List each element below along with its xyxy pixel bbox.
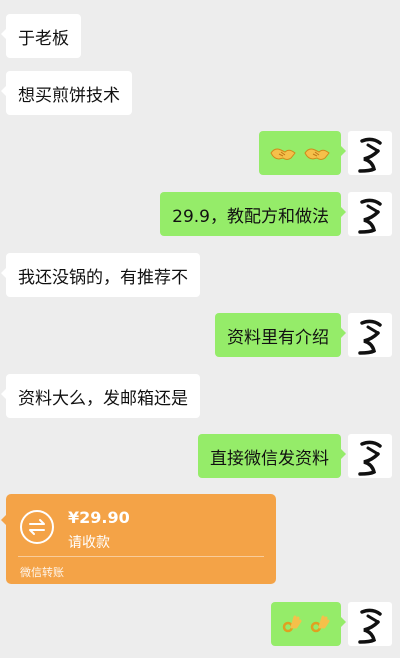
message-text: 我还没锅的，有推荐不 (18, 267, 188, 288)
message-bubble-sent[interactable] (271, 602, 346, 646)
message-bubble-received[interactable]: 想买煎饼技术 (1, 71, 132, 115)
message-text: 于老板 (18, 28, 69, 49)
calligraphy-avatar-icon[interactable] (348, 192, 392, 236)
message-bubble-received[interactable]: 于老板 (1, 14, 81, 58)
message-text: 想买煎饼技术 (18, 85, 120, 106)
message-row: 直接微信发资料 (0, 434, 400, 482)
message-text: 29.9，教配方和做法 (172, 206, 329, 227)
message-row: 资料大么，发邮箱还是 (0, 374, 400, 422)
calligraphy-avatar-icon[interactable] (348, 313, 392, 357)
transfer-description: 请收款 (68, 535, 110, 551)
message-row: 29.9，教配方和做法 (0, 192, 400, 240)
transfer-footer: 微信转账 (20, 566, 64, 579)
message-row: 想买煎饼技术 (0, 71, 400, 119)
message-bubble-sent[interactable]: 直接微信发资料 (198, 434, 346, 478)
ok-hand-icon (310, 615, 330, 633)
message-row: 资料里有介绍 (0, 313, 400, 361)
transfer-card[interactable]: ¥29.90 请收款 微信转账 (1, 494, 276, 584)
calligraphy-avatar-icon[interactable] (348, 602, 392, 646)
handshake-icon (304, 148, 330, 160)
message-text: 资料大么，发邮箱还是 (18, 388, 188, 409)
message-bubble-received[interactable]: 资料大么，发邮箱还是 (1, 374, 200, 418)
message-text: 资料里有介绍 (227, 327, 329, 348)
calligraphy-avatar-icon[interactable] (348, 434, 392, 478)
message-bubble-sent[interactable]: 29.9，教配方和做法 (160, 192, 346, 236)
message-text: 直接微信发资料 (210, 448, 329, 469)
divider (18, 556, 264, 557)
message-row: 我还没锅的，有推荐不 (0, 253, 400, 301)
message-row: 于老板 (0, 14, 400, 62)
message-bubble-sent[interactable]: 资料里有介绍 (215, 313, 346, 357)
message-row (0, 602, 400, 650)
message-row (0, 131, 400, 179)
calligraphy-avatar-icon[interactable] (348, 131, 392, 175)
message-bubble-sent[interactable] (259, 131, 346, 175)
message-bubble-received[interactable]: 我还没锅的，有推荐不 (1, 253, 200, 297)
ok-hand-icon (282, 615, 302, 633)
transfer-amount: ¥29.90 (68, 508, 130, 527)
transfer-arrows-icon (20, 510, 54, 544)
handshake-icon (270, 148, 296, 160)
